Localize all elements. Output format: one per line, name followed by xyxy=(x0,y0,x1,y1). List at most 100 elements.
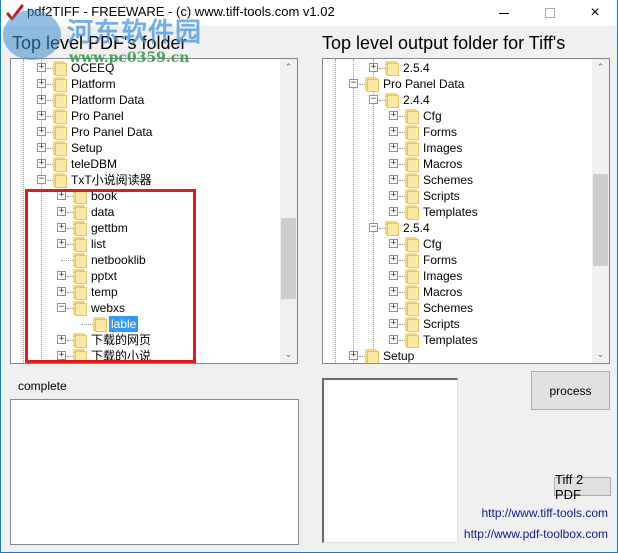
tree-node-label[interactable]: Templates xyxy=(421,332,480,348)
expand-icon[interactable]: + xyxy=(389,175,398,184)
tiff-2-pdf-button[interactable]: Tiff 2 PDF xyxy=(554,472,611,502)
tree-node-label[interactable]: Scripts xyxy=(421,188,462,204)
expand-icon[interactable]: + xyxy=(57,271,66,280)
expand-icon[interactable]: + xyxy=(389,111,398,120)
expand-icon[interactable]: + xyxy=(389,335,398,344)
tree-node[interactable]: + book xyxy=(11,188,280,204)
scroll-up-icon[interactable]: ⌃ xyxy=(592,59,609,76)
pdf-toolbox-link[interactable]: http://www.pdf-toolbox.com xyxy=(464,527,608,541)
tree-node[interactable]: − TxT小说阅读器 xyxy=(11,172,280,188)
expand-icon[interactable]: + xyxy=(389,303,398,312)
tree-node[interactable]: netbooklib xyxy=(11,252,280,268)
expand-icon[interactable]: + xyxy=(57,335,66,344)
scroll-thumb[interactable] xyxy=(281,217,296,299)
expand-icon[interactable]: + xyxy=(37,79,46,88)
log-output-box[interactable] xyxy=(10,399,299,545)
tree-node[interactable]: + Cfg xyxy=(323,108,592,124)
tree-node[interactable]: + list xyxy=(11,236,280,252)
expand-icon[interactable]: + xyxy=(37,143,46,152)
expand-icon[interactable]: + xyxy=(389,319,398,328)
expand-icon[interactable]: + xyxy=(57,239,66,248)
tree-node-label[interactable]: Schemes xyxy=(421,300,475,316)
tree-node-label[interactable]: Templates xyxy=(421,204,480,220)
collapse-icon[interactable]: − xyxy=(57,303,66,312)
tree-node[interactable]: + OCEEQ xyxy=(11,60,280,76)
tree-node[interactable]: + Cfg xyxy=(323,236,592,252)
tree-node-label[interactable]: Forms xyxy=(421,252,459,268)
expand-icon[interactable]: + xyxy=(389,143,398,152)
tree-node-label[interactable]: 2.5.4 xyxy=(401,220,432,236)
tree-node-label[interactable]: Scripts xyxy=(421,316,462,332)
tree-node-label[interactable]: Pro Panel Data xyxy=(69,124,154,140)
tree-node[interactable]: + Scripts xyxy=(323,316,592,332)
tree-node[interactable]: lable xyxy=(11,316,280,332)
expand-icon[interactable]: + xyxy=(57,287,66,296)
tree-node[interactable]: + Scripts xyxy=(323,188,592,204)
expand-icon[interactable]: + xyxy=(389,127,398,136)
tree-node-label[interactable]: book xyxy=(89,188,119,204)
close-button[interactable]: × xyxy=(572,0,618,26)
tree-node-label[interactable]: Pro Panel Data xyxy=(381,76,466,92)
expand-icon[interactable]: + xyxy=(389,271,398,280)
tree-node[interactable]: + Platform Data xyxy=(11,92,280,108)
tree-node-label[interactable]: Setup xyxy=(69,140,104,156)
expand-icon[interactable]: + xyxy=(57,351,66,360)
expand-icon[interactable]: + xyxy=(389,159,398,168)
tree-node-label[interactable]: list xyxy=(89,236,108,252)
tree-node-label[interactable]: Schemes xyxy=(421,172,475,188)
tree-node[interactable]: + Images xyxy=(323,268,592,284)
tree-node[interactable]: − 2.5.4 xyxy=(323,220,592,236)
tree-node[interactable]: + Schemes xyxy=(323,300,592,316)
tree-node[interactable]: + data xyxy=(11,204,280,220)
tree-node-label[interactable]: Platform Data xyxy=(69,92,146,108)
tree-node-label[interactable]: Images xyxy=(421,268,464,284)
tree-node-label[interactable]: 2.4.4 xyxy=(401,92,432,108)
tree-node[interactable]: + Platform xyxy=(11,76,280,92)
tree-node-label[interactable]: Pro Panel xyxy=(69,108,126,124)
scroll-thumb[interactable] xyxy=(593,174,608,266)
tree-node[interactable]: + Pro Panel Data xyxy=(11,124,280,140)
tree-node-label[interactable]: TxT小说阅读器 xyxy=(69,172,154,188)
tree-node[interactable]: + gettbm xyxy=(11,220,280,236)
tree-node-label[interactable]: Images xyxy=(421,140,464,156)
tree-node[interactable]: + temp xyxy=(11,284,280,300)
expand-icon[interactable]: + xyxy=(57,207,66,216)
minimize-button[interactable] xyxy=(481,0,527,26)
collapse-icon[interactable]: − xyxy=(349,79,358,88)
expand-icon[interactable]: + xyxy=(37,127,46,136)
expand-icon[interactable]: + xyxy=(389,207,398,216)
scroll-down-icon[interactable]: ⌄ xyxy=(280,346,297,363)
tiff-tree-scrollbar[interactable]: ⌃ ⌄ xyxy=(592,59,609,363)
scroll-down-icon[interactable]: ⌄ xyxy=(592,346,609,363)
tree-node-label[interactable]: 2.5.4 xyxy=(401,60,432,76)
tree-node[interactable]: + Forms xyxy=(323,252,592,268)
tree-node[interactable]: + Macros xyxy=(323,156,592,172)
collapse-icon[interactable]: − xyxy=(37,175,46,184)
tree-node[interactable]: + Templates xyxy=(323,204,592,220)
tree-node-label[interactable]: gettbm xyxy=(89,220,130,236)
expand-icon[interactable]: + xyxy=(57,191,66,200)
expand-icon[interactable]: + xyxy=(37,63,46,72)
tree-node-label[interactable]: Macros xyxy=(421,156,464,172)
process-button[interactable]: process xyxy=(531,371,610,410)
expand-icon[interactable]: + xyxy=(37,111,46,120)
tree-node-label[interactable]: netbooklib xyxy=(89,252,148,268)
tree-node-label[interactable]: webxs xyxy=(89,300,127,316)
tree-node-label[interactable]: Platform xyxy=(69,76,118,92)
tree-node[interactable]: + Setup xyxy=(323,348,592,363)
expand-icon[interactable]: + xyxy=(389,239,398,248)
tree-node[interactable]: + Schemes xyxy=(323,172,592,188)
tree-node-label[interactable]: Cfg xyxy=(421,236,444,252)
collapse-icon[interactable]: − xyxy=(369,223,378,232)
tree-node-label[interactable]: pptxt xyxy=(89,268,119,284)
tiff-tools-link[interactable]: http://www.tiff-tools.com xyxy=(482,506,609,520)
tree-node[interactable]: + 下载的小说 xyxy=(11,348,280,363)
expand-icon[interactable]: + xyxy=(389,287,398,296)
tree-node[interactable]: + Macros xyxy=(323,284,592,300)
expand-icon[interactable]: + xyxy=(369,63,378,72)
pdf-folder-tree[interactable]: + OCEEQ + Platform + Platform Data + Pro Panel +… xyxy=(10,58,298,364)
expand-icon[interactable]: + xyxy=(37,159,46,168)
expand-icon[interactable]: + xyxy=(389,255,398,264)
tree-node-label[interactable]: Setup xyxy=(381,348,416,363)
tree-node[interactable]: + Pro Panel xyxy=(11,108,280,124)
